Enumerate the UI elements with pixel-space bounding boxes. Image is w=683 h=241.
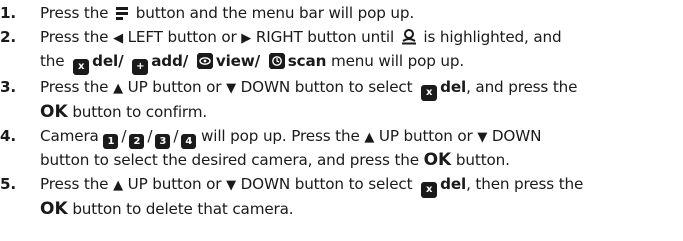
step-text: Camera: [40, 126, 99, 145]
step-text: button.: [455, 151, 510, 170]
step-text: UP button or: [127, 78, 222, 97]
step-text: menu will pop up.: [330, 52, 465, 71]
camera-4-icon: 4: [181, 133, 197, 149]
step-text: Press the: [40, 27, 109, 46]
step-text: Press the: [40, 78, 109, 97]
up-arrow-icon: ▲: [113, 81, 123, 97]
del-label: del: [440, 78, 467, 97]
person-icon: [401, 28, 416, 45]
instruction-list: 1. Press the button and the menu bar wil…: [0, 0, 683, 221]
ok-label: OK: [423, 150, 452, 171]
right-arrow-icon: ▶: [241, 30, 252, 46]
step-text: will pop up. Press the: [200, 126, 360, 145]
step-text: UP button or: [378, 126, 473, 145]
x-icon: x: [421, 181, 438, 198]
step-number: 5.: [0, 174, 17, 193]
step-text: DOWN: [491, 126, 542, 145]
ok-label: OK: [40, 102, 68, 123]
step-5: 5. Press the ▲ UP button or ▼ DOWN butto…: [0, 173, 683, 221]
scan-icon: [268, 53, 285, 70]
del-label: del: [440, 174, 467, 193]
left-arrow-icon: ◀: [113, 30, 123, 46]
step-text: button to confirm.: [72, 103, 208, 122]
step-2: 2. Press the ◀ LEFT button or ▶ RIGHT bu…: [0, 26, 683, 76]
step-text: the: [40, 52, 65, 71]
add-label: add/: [151, 52, 189, 71]
up-arrow-icon: ▲: [113, 177, 123, 193]
view-label: view/: [215, 52, 261, 71]
step-3: 3. Press the ▲ UP button or ▼ DOWN butto…: [0, 76, 683, 124]
plus-icon: +: [132, 59, 149, 76]
step-text: LEFT button or: [127, 27, 237, 46]
step-text: button to select the desired camera, and…: [40, 151, 419, 170]
step-text: , and press the: [466, 78, 578, 97]
scan-label: scan: [287, 52, 327, 71]
eye-icon: [196, 53, 213, 70]
step-4: 4. Camera 1/2/3/4 will pop up. Press the…: [0, 126, 542, 171]
step-text: UP button or: [127, 174, 222, 193]
x-icon: x: [73, 59, 90, 76]
step-number: 2.: [0, 27, 17, 46]
step-text: button and the menu bar will pop up.: [135, 4, 415, 22]
step-1: 1. Press the button and the menu bar wil…: [0, 2, 683, 25]
step-text: DOWN button to select: [240, 174, 413, 193]
step-number: 1.: [0, 4, 17, 22]
camera-1-icon: 1: [103, 133, 119, 149]
step-text: , then press the: [466, 174, 584, 193]
step-text: DOWN button to select: [240, 78, 413, 97]
down-arrow-icon: ▼: [477, 129, 488, 145]
step-text: button to delete that camera.: [72, 199, 294, 218]
up-arrow-icon: ▲: [364, 129, 375, 145]
step-text: is highlighted, and: [423, 27, 562, 46]
step-number: 4.: [0, 126, 17, 145]
down-arrow-icon: ▼: [226, 81, 236, 97]
step-text: Press the: [40, 4, 109, 22]
step-number: 3.: [0, 78, 17, 97]
step-text: Press the: [40, 174, 109, 193]
camera-3-icon: 3: [155, 133, 171, 149]
del-label: del/: [92, 52, 124, 71]
down-arrow-icon: ▼: [226, 177, 236, 193]
step-text: RIGHT button until: [255, 27, 395, 46]
ok-label: OK: [40, 198, 68, 219]
camera-2-icon: 2: [129, 133, 145, 149]
menu-icon: [116, 7, 129, 20]
x-icon: x: [421, 85, 438, 102]
